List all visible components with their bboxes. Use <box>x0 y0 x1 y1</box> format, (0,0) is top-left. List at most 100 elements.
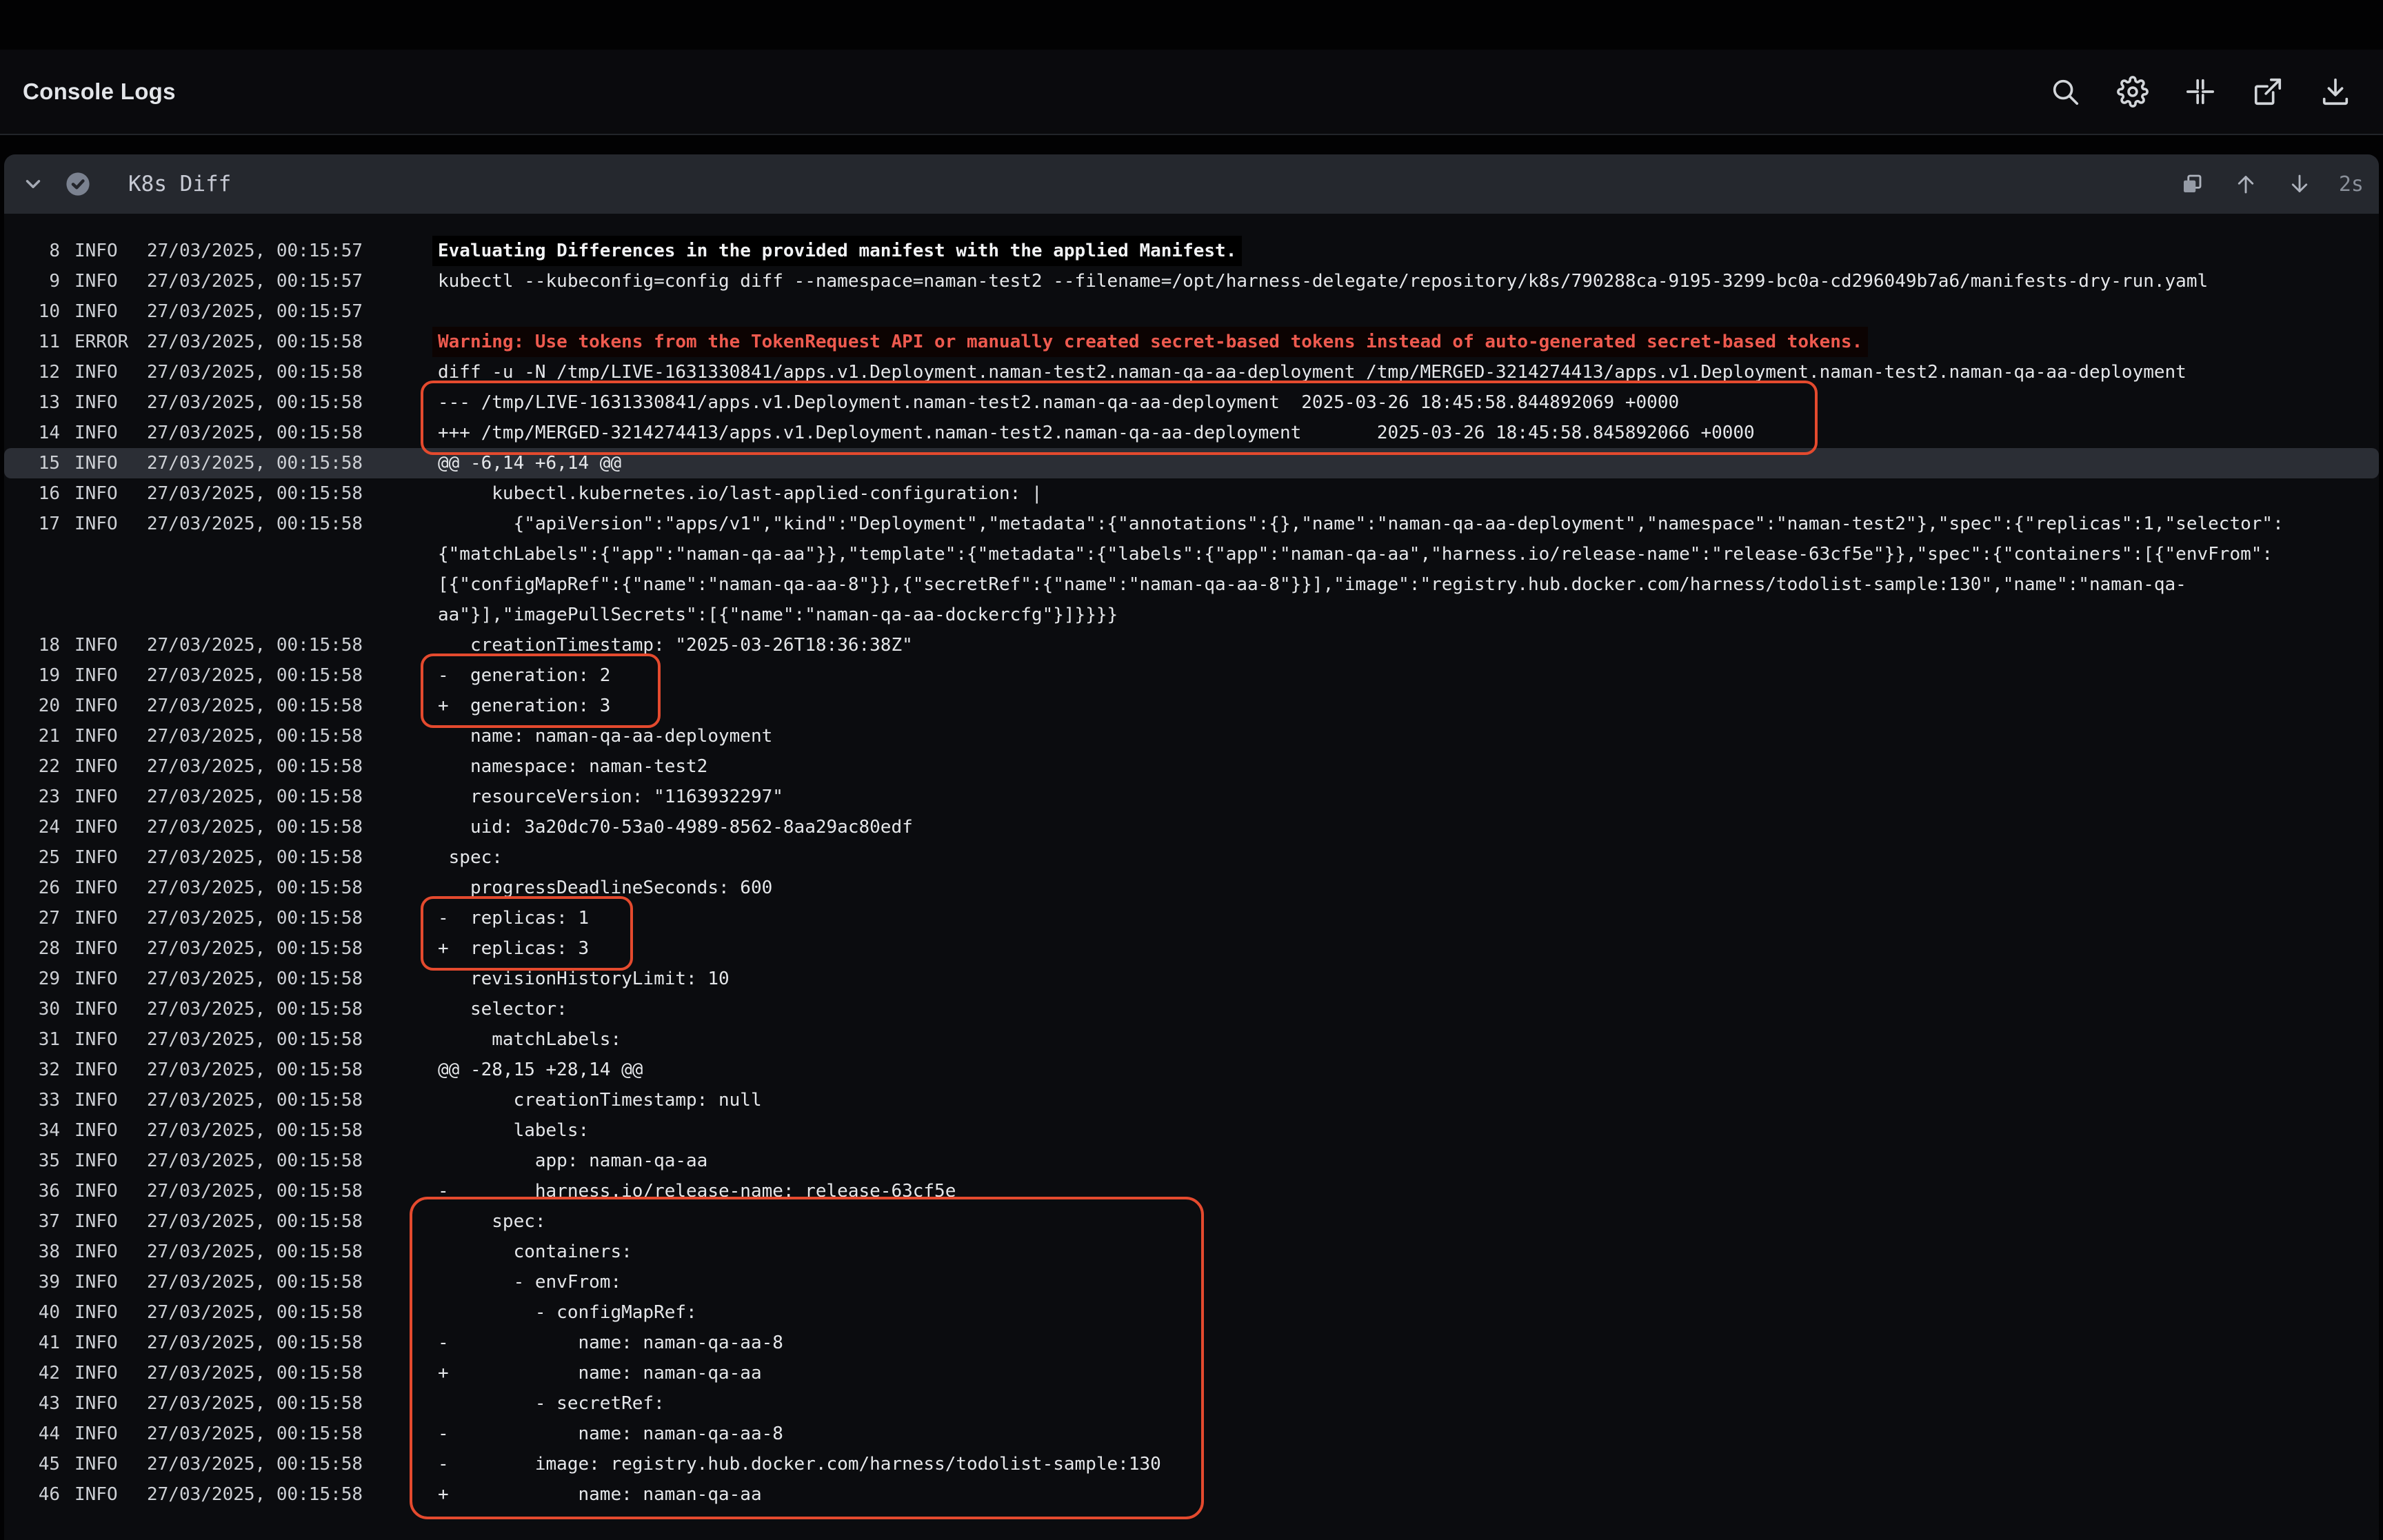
log-level: INFO <box>74 1146 118 1176</box>
log-row: 34INFO27/03/2025, 00:15:58 labels: <box>4 1115 2379 1146</box>
log-level: INFO <box>74 1358 118 1388</box>
log-line-number: 30 <box>4 994 60 1024</box>
log-timestamp: 27/03/2025, 00:15:58 <box>147 478 363 509</box>
log-row: 11ERROR27/03/2025, 00:15:58Warning: Use … <box>4 327 2379 357</box>
log-level: INFO <box>74 296 118 327</box>
log-line-number: 40 <box>4 1297 60 1328</box>
copy-icon[interactable] <box>2176 168 2208 200</box>
arrow-up-icon[interactable] <box>2230 168 2262 200</box>
log-line-number: 18 <box>4 630 60 660</box>
log-timestamp: 27/03/2025, 00:15:58 <box>147 509 363 539</box>
log-message: creationTimestamp: "2025-03-26T18:36:38Z… <box>438 630 913 660</box>
log-level: INFO <box>74 1206 118 1237</box>
log-timestamp: 27/03/2025, 00:15:58 <box>147 994 363 1024</box>
log-level: INFO <box>74 933 118 964</box>
log-message: selector: <box>438 994 567 1024</box>
log-message: - harness.io/release-name: release-63cf5… <box>438 1176 956 1206</box>
log-level: INFO <box>74 1085 118 1115</box>
log-level: INFO <box>74 1328 118 1358</box>
settings-gear-icon[interactable] <box>2117 76 2149 108</box>
log-message: - configMapRef: <box>438 1297 697 1328</box>
log-level: INFO <box>74 1024 118 1055</box>
log-level: INFO <box>74 660 118 691</box>
log-timestamp: 27/03/2025, 00:15:57 <box>147 296 363 327</box>
log-message: name: naman-qa-aa-deployment <box>438 721 772 751</box>
log-level: INFO <box>74 1176 118 1206</box>
log-level: INFO <box>74 630 118 660</box>
log-message: spec: <box>438 1206 546 1237</box>
log-row: 28INFO27/03/2025, 00:15:58+ replicas: 3 <box>4 933 2379 964</box>
log-message: - name: naman-qa-aa-8 <box>438 1328 783 1358</box>
log-rows: 8INFO27/03/2025, 00:15:57Evaluating Diff… <box>4 236 2379 1510</box>
log-row: 42INFO27/03/2025, 00:15:58+ name: naman-… <box>4 1358 2379 1388</box>
log-row: 19INFO27/03/2025, 00:15:58- generation: … <box>4 660 2379 691</box>
log-row: 18INFO27/03/2025, 00:15:58 creationTimes… <box>4 630 2379 660</box>
step-header-actions: 2s <box>2176 154 2364 214</box>
log-message: + name: naman-qa-aa <box>438 1479 762 1510</box>
log-timestamp: 27/03/2025, 00:15:58 <box>147 1146 363 1176</box>
log-output[interactable]: 8INFO27/03/2025, 00:15:57Evaluating Diff… <box>4 236 2379 1540</box>
log-line-number: 21 <box>4 721 60 751</box>
page-title: Console Logs <box>23 79 176 105</box>
log-message: @@ -6,14 +6,14 @@ <box>438 448 621 478</box>
log-level: INFO <box>74 357 118 387</box>
arrow-down-icon[interactable] <box>2284 168 2315 200</box>
step-header[interactable]: K8s Diff 2s <box>4 154 2379 214</box>
log-timestamp: 27/03/2025, 00:15:58 <box>147 964 363 994</box>
log-line-number: 22 <box>4 751 60 782</box>
log-row: 36INFO27/03/2025, 00:15:58- harness.io/r… <box>4 1176 2379 1206</box>
log-timestamp: 27/03/2025, 00:15:58 <box>147 660 363 691</box>
log-timestamp: 27/03/2025, 00:15:58 <box>147 812 363 842</box>
chevron-down-icon[interactable] <box>19 170 47 198</box>
log-row: 10 INFO 27/03/2025, 00:15:57 <box>4 296 2379 327</box>
log-message: Warning: Use tokens from the TokenReques… <box>432 327 1868 357</box>
log-message: diff -u -N /tmp/LIVE-1631330841/apps.v1.… <box>438 357 2186 387</box>
log-message: namespace: naman-test2 <box>438 751 707 782</box>
step-duration: 2s <box>2339 172 2364 196</box>
log-row: 35INFO27/03/2025, 00:15:58 app: naman-qa… <box>4 1146 2379 1176</box>
log-timestamp: 27/03/2025, 00:15:58 <box>147 933 363 964</box>
collapse-icon[interactable] <box>2184 76 2216 108</box>
log-row: 25INFO27/03/2025, 00:15:58 spec: <box>4 842 2379 873</box>
log-level: INFO <box>74 1297 118 1328</box>
step-header-left: K8s Diff <box>4 154 231 214</box>
log-message: - image: registry.hub.docker.com/harness… <box>438 1449 1161 1479</box>
log-line-number: 16 <box>4 478 60 509</box>
log-timestamp: 27/03/2025, 00:15:58 <box>147 327 363 357</box>
log-timestamp: 27/03/2025, 00:15:58 <box>147 1206 363 1237</box>
log-timestamp: 27/03/2025, 00:15:58 <box>147 1024 363 1055</box>
log-row: 29INFO27/03/2025, 00:15:58 revisionHisto… <box>4 964 2379 994</box>
log-line-number: 35 <box>4 1146 60 1176</box>
log-line-number: 17 <box>4 509 60 539</box>
log-level: INFO <box>74 418 118 448</box>
log-message: + replicas: 3 <box>438 933 589 964</box>
log-timestamp: 27/03/2025, 00:15:58 <box>147 1055 363 1085</box>
log-row: 37INFO27/03/2025, 00:15:58 spec: <box>4 1206 2379 1237</box>
search-icon[interactable] <box>2049 76 2081 108</box>
log-row: 27INFO27/03/2025, 00:15:58- replicas: 1 <box>4 903 2379 933</box>
page: Console Logs <box>0 0 2383 1540</box>
log-message: --- /tmp/LIVE-1631330841/apps.v1.Deploym… <box>438 387 1679 418</box>
log-level: INFO <box>74 812 118 842</box>
log-message: labels: <box>438 1115 589 1146</box>
log-message: progressDeadlineSeconds: 600 <box>438 873 772 903</box>
log-timestamp: 27/03/2025, 00:15:57 <box>147 266 363 296</box>
log-timestamp: 27/03/2025, 00:15:58 <box>147 448 363 478</box>
log-message: uid: 3a20dc70-53a0-4989-8562-8aa29ac80ed… <box>438 812 913 842</box>
log-line-number: 10 <box>4 296 60 327</box>
log-timestamp: 27/03/2025, 00:15:58 <box>147 1449 363 1479</box>
log-level: INFO <box>74 236 118 266</box>
log-row: 14INFO27/03/2025, 00:15:58+++ /tmp/MERGE… <box>4 418 2379 448</box>
download-icon[interactable] <box>2320 76 2351 108</box>
log-row: 30INFO27/03/2025, 00:15:58 selector: <box>4 994 2379 1024</box>
log-row: 23INFO27/03/2025, 00:15:58 resourceVersi… <box>4 782 2379 812</box>
log-line-number: 43 <box>4 1388 60 1419</box>
log-line-number: 25 <box>4 842 60 873</box>
log-timestamp: 27/03/2025, 00:15:58 <box>147 387 363 418</box>
open-in-new-icon[interactable] <box>2252 76 2284 108</box>
log-line-number: 23 <box>4 782 60 812</box>
log-line-number: 34 <box>4 1115 60 1146</box>
log-timestamp: 27/03/2025, 00:15:57 <box>147 236 363 266</box>
log-level: INFO <box>74 873 118 903</box>
log-timestamp: 27/03/2025, 00:15:58 <box>147 1479 363 1510</box>
